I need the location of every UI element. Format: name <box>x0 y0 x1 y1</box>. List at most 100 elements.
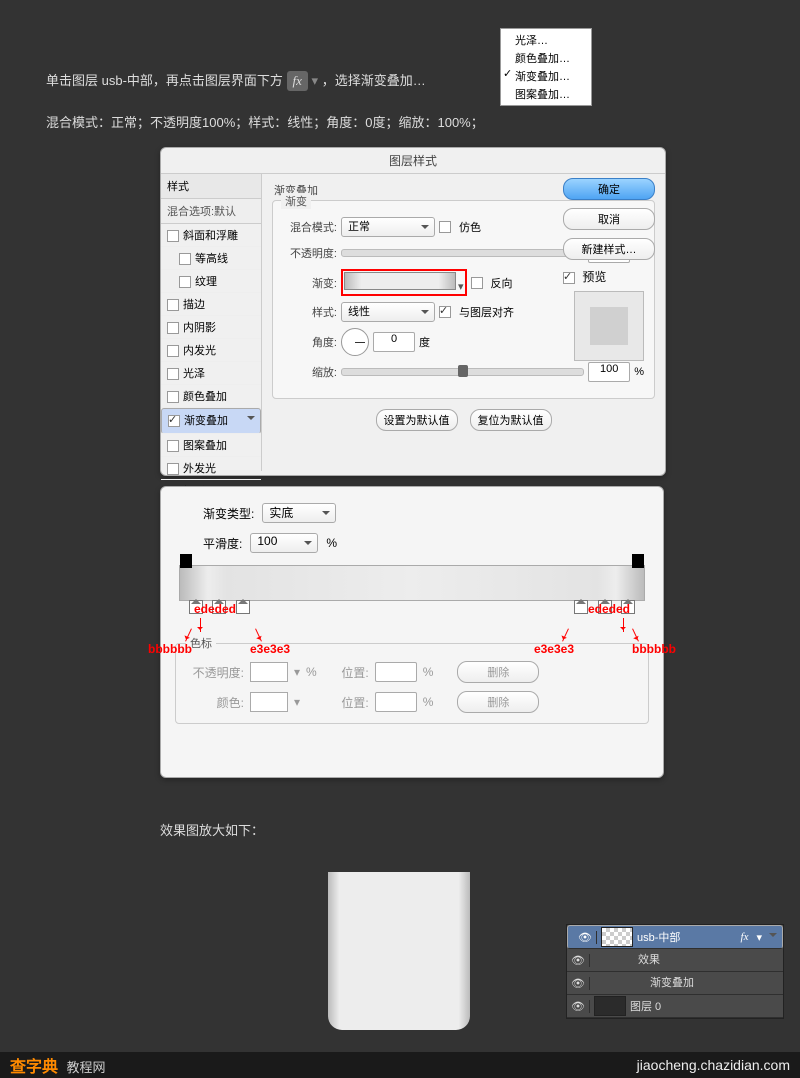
stop-pos-label: 位置: <box>323 694 369 711</box>
style-outer-glow[interactable]: 外发光 <box>161 457 261 480</box>
instruction-line-1: 单击图层 usb-中部，再点击图层界面下方 fx ▾ ，选择渐变叠加… <box>46 70 426 91</box>
smoothness-select[interactable]: 100 <box>250 533 318 553</box>
new-style-button[interactable]: 新建样式… <box>563 238 655 260</box>
layer-row-usb-mid[interactable]: 👁 usb-中部 fx ▾ <box>567 925 783 949</box>
color-stop[interactable] <box>574 600 588 614</box>
gradient-bar[interactable]: ededed ededed bbbbbb e3e3e3 e3e3e3 bbbbb… <box>179 565 645 601</box>
angle-wheel[interactable] <box>341 328 369 356</box>
dither-label: 仿色 <box>459 219 481 235</box>
reset-default-button[interactable]: 复位为默认值 <box>470 409 552 431</box>
visibility-icon[interactable]: 👁 <box>574 931 597 944</box>
popup-item-color-overlay[interactable]: 颜色叠加… <box>501 49 591 67</box>
cancel-button[interactable]: 取消 <box>563 208 655 230</box>
check-icon[interactable] <box>167 230 179 242</box>
gradient-swatch[interactable] <box>344 272 456 290</box>
preview-box <box>574 291 644 361</box>
layer-name: 图层 0 <box>630 998 661 1014</box>
stop-color-label: 颜色: <box>186 694 244 711</box>
style-texture[interactable]: 纹理 <box>161 270 261 293</box>
layer-thumbnail[interactable] <box>601 927 633 947</box>
anno-top-right: ededed <box>588 602 630 616</box>
visibility-icon[interactable]: 👁 <box>567 954 590 967</box>
stop-color-input[interactable] <box>250 692 288 712</box>
scale-slider[interactable] <box>341 368 584 376</box>
anno-bot-ll: bbbbbb <box>148 642 192 656</box>
blend-mode-select[interactable]: 正常 <box>341 217 435 237</box>
opacity-stop[interactable] <box>632 554 644 568</box>
check-icon[interactable] <box>167 345 179 357</box>
grad-type-select[interactable]: 实底 <box>262 503 336 523</box>
style-bevel[interactable]: 斜面和浮雕 <box>161 224 261 247</box>
align-checkbox[interactable] <box>439 306 451 318</box>
stop-pos-input[interactable] <box>375 692 417 712</box>
sidebar-header[interactable]: 样式 <box>161 174 261 199</box>
layer-name: usb-中部 <box>637 929 680 945</box>
layer-row-grad-overlay[interactable]: 👁 渐变叠加 <box>567 972 783 995</box>
popup-item-gradient-overlay[interactable]: 渐变叠加… <box>501 67 591 85</box>
gradient-editor: 渐变类型: 实底 平滑度: 100 % ededed ededed bbbbbb… <box>160 486 664 778</box>
check-icon[interactable] <box>179 253 191 265</box>
opacity-label: 不透明度: <box>283 245 337 261</box>
sidebar-blend-opts[interactable]: 混合选项:默认 <box>161 199 261 224</box>
style-stroke[interactable]: 描边 <box>161 293 261 316</box>
anno-bot-rl: e3e3e3 <box>534 642 574 656</box>
layer-name: 效果 <box>590 951 660 969</box>
anno-top-left: ededed <box>194 602 236 616</box>
stop-opacity-input[interactable] <box>250 662 288 682</box>
delete-stop-button[interactable]: 删除 <box>457 691 539 713</box>
layer-thumbnail[interactable] <box>594 996 626 1016</box>
check-icon[interactable] <box>167 368 179 380</box>
color-stop[interactable] <box>236 600 250 614</box>
panel-subsection-label: 渐变 <box>281 193 311 209</box>
fx-badge[interactable]: fx <box>741 931 753 943</box>
layer-row-fx[interactable]: 👁 效果 <box>567 949 783 972</box>
preview-checkbox[interactable] <box>563 272 575 284</box>
check-icon[interactable] <box>167 440 179 452</box>
layer-row-bg[interactable]: 👁 图层 0 <box>567 995 783 1018</box>
check-icon[interactable] <box>167 391 179 403</box>
style-inner-glow[interactable]: 内发光 <box>161 339 261 362</box>
style-label: 样式: <box>283 304 337 320</box>
ok-button[interactable]: 确定 <box>563 178 655 200</box>
reverse-label: 反向 <box>491 275 513 291</box>
preview-label: 预览 <box>582 270 606 284</box>
result-caption: 效果图放大如下： <box>160 820 264 839</box>
style-select[interactable]: 线性 <box>341 302 435 322</box>
stop-pos-input[interactable] <box>375 662 417 682</box>
popup-item-sheen[interactable]: 光泽… <box>501 31 591 49</box>
style-inner-shadow[interactable]: 内阴影 <box>161 316 261 339</box>
opacity-stop[interactable] <box>180 554 192 568</box>
chevron-down-icon[interactable]: ▾ <box>752 931 766 944</box>
footer-url: jiaocheng.chazidian.com <box>637 1057 790 1073</box>
style-gradient-overlay[interactable]: 渐变叠加 <box>161 408 261 434</box>
check-icon[interactable] <box>167 322 179 334</box>
footer-brand: 查字典 教程网 <box>10 1053 106 1077</box>
style-color-overlay[interactable]: 颜色叠加 <box>161 385 261 408</box>
check-icon[interactable] <box>179 276 191 288</box>
style-satin[interactable]: 光泽 <box>161 362 261 385</box>
check-icon[interactable] <box>168 415 180 427</box>
opacity-slider[interactable] <box>341 249 584 257</box>
smoothness-label: 平滑度: <box>203 535 242 552</box>
layers-panel: 👁 usb-中部 fx ▾ 👁 效果 👁 渐变叠加 👁 图层 0 <box>566 924 784 1019</box>
dialog-button-column: 确定 取消 新建样式… 预览 <box>563 178 655 361</box>
result-preview <box>328 872 470 1030</box>
anno-bot-rr: bbbbbb <box>632 642 676 656</box>
dither-checkbox[interactable] <box>439 221 451 233</box>
fx-icon: fx <box>287 71 308 91</box>
style-pattern-overlay[interactable]: 图案叠加 <box>161 434 261 457</box>
check-icon[interactable] <box>167 299 179 311</box>
gradient-highlight-box: ▾ <box>341 269 467 296</box>
scale-label: 缩放: <box>283 364 337 380</box>
angle-input[interactable]: 0 <box>373 332 415 352</box>
instruction-line-2: 混合模式：正常；不透明度100%；样式：线性；角度：0度；缩放：100%； <box>46 112 484 131</box>
check-icon[interactable] <box>167 463 179 475</box>
visibility-icon[interactable]: 👁 <box>567 977 590 990</box>
reverse-checkbox[interactable] <box>471 277 483 289</box>
delete-stop-button[interactable]: 删除 <box>457 661 539 683</box>
visibility-icon[interactable]: 👁 <box>567 1000 590 1013</box>
popup-item-pattern-overlay[interactable]: 图案叠加… <box>501 85 591 103</box>
scale-input[interactable]: 100 <box>588 362 630 382</box>
style-contour[interactable]: 等高线 <box>161 247 261 270</box>
set-default-button[interactable]: 设置为默认值 <box>376 409 458 431</box>
